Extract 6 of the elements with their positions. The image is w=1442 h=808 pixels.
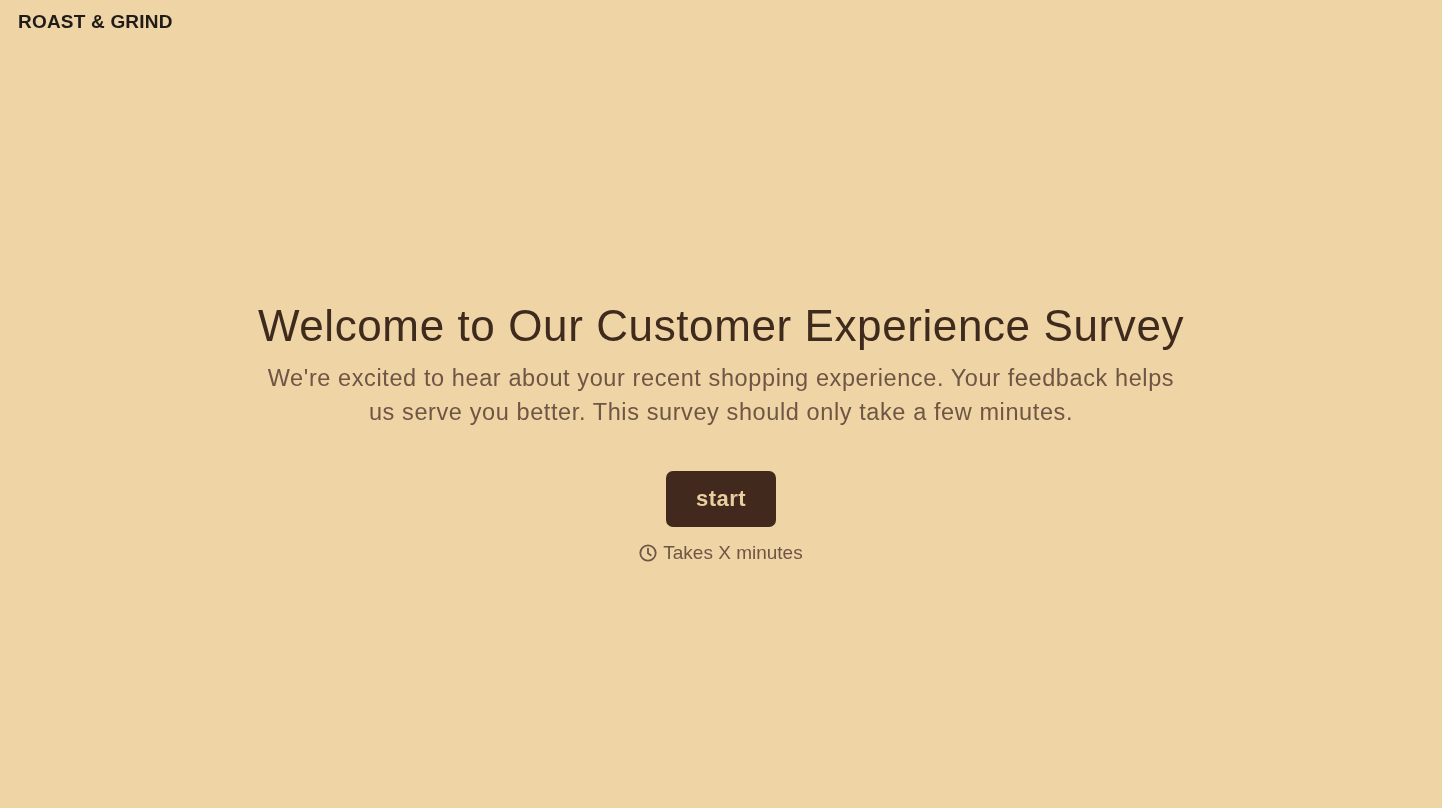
clock-icon	[639, 543, 658, 562]
intro-text: We're excited to hear about your recent shopping experience. Your feedback helps us serve you better. This survey should only take a few minutes.	[266, 363, 1176, 427]
start-button[interactable]: start	[665, 470, 777, 527]
duration-text: Takes X minutes	[663, 540, 803, 565]
brand-logo: ROAST & GRIND	[18, 11, 173, 32]
page-title: Welcome to Our Customer Experience Survey	[257, 299, 1185, 352]
